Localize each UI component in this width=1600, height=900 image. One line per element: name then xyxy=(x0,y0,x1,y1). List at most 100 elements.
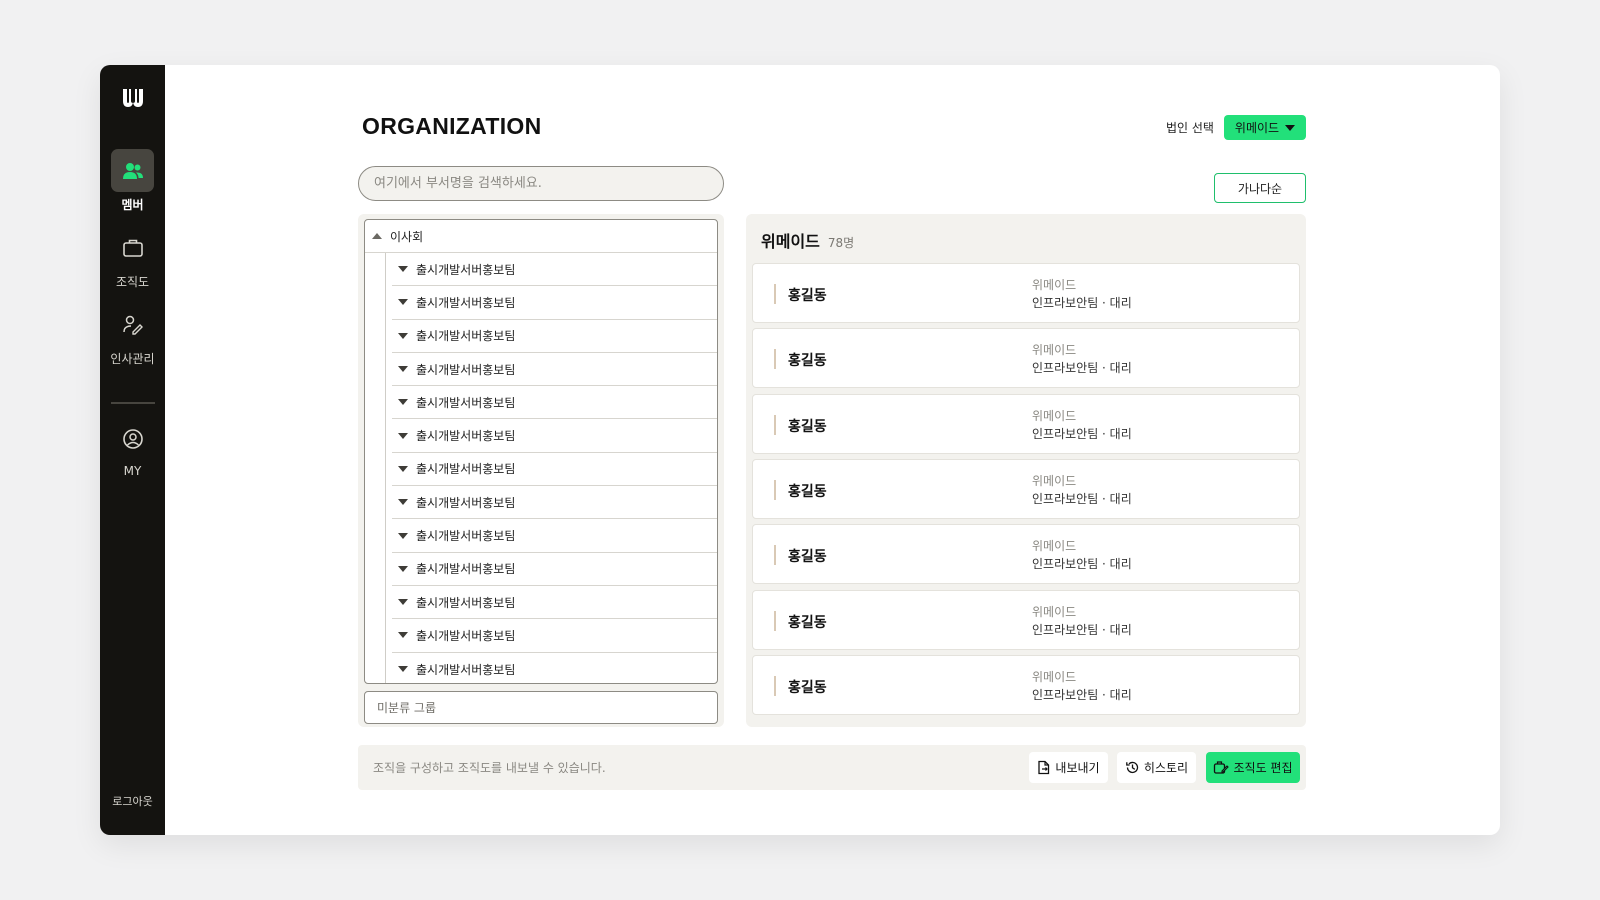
sidebar-item-label: 인사관리 xyxy=(110,352,155,366)
caret-down-icon xyxy=(1285,124,1296,131)
member-accent-bar xyxy=(774,545,776,566)
expand-icon[interactable] xyxy=(398,465,408,472)
logout-button[interactable]: 로그아웃 xyxy=(100,793,165,809)
member-accent-bar xyxy=(774,284,776,304)
member-company: 위메이드 xyxy=(1032,408,1077,423)
tree-node-department[interactable]: 출시개발서버홍보팀 xyxy=(392,553,717,586)
tree-node-label: 출시개발서버홍보팀 xyxy=(416,295,516,310)
edit-org-icon xyxy=(1214,761,1230,774)
footer-hint: 조직을 구성하고 조직도를 내보낼 수 있습니다. xyxy=(373,761,606,775)
member-company: 위메이드 xyxy=(1032,343,1077,358)
member-count-badge: 78명 xyxy=(827,236,855,250)
expand-icon[interactable] xyxy=(398,532,408,539)
corp-select-value: 위메이드 xyxy=(1234,121,1280,135)
member-name: 홍길동 xyxy=(788,549,827,566)
member-name: 홍길동 xyxy=(788,353,827,370)
tree-node-department[interactable]: 출시개발서버홍보팀 xyxy=(392,353,717,387)
expand-icon[interactable] xyxy=(398,499,408,506)
member-accent-bar xyxy=(774,675,776,696)
expand-icon[interactable] xyxy=(398,599,408,606)
tree-node-label: 출시개발서버홍보팀 xyxy=(416,562,516,577)
expand-icon[interactable] xyxy=(398,432,408,439)
member-company: 위메이드 xyxy=(1032,278,1077,292)
tree-node-department[interactable]: 출시개발서버홍보팀 xyxy=(392,320,717,353)
tree-node-label: 출시개발서버홍보팀 xyxy=(416,395,516,410)
expand-icon[interactable] xyxy=(398,266,408,273)
expand-icon[interactable] xyxy=(398,366,408,373)
member-card[interactable]: 홍길동 위메이드인프라보안팀 · 대리 xyxy=(752,524,1300,585)
logo-icon[interactable] xyxy=(100,83,165,113)
tree-node-department[interactable]: 출시개발서버홍보팀 xyxy=(392,386,717,420)
sidebar-item-members[interactable]: 멤버 xyxy=(100,149,165,213)
tree-node-department[interactable]: 출시개발서버홍보팀 xyxy=(392,653,717,683)
sidebar-item-label: 멤버 xyxy=(121,198,144,212)
user-circle-icon xyxy=(111,417,154,460)
sidebar-item-label: MY xyxy=(123,464,142,478)
corp-select-label: 법인 선택 xyxy=(1166,121,1214,135)
export-button[interactable]: 내보내기 xyxy=(1029,752,1108,783)
tree-node-label: 출시개발서버홍보팀 xyxy=(416,429,516,444)
tree-children: 출시개발서버홍보팀 출시개발서버홍보팀 출시개발서버홍보팀 출시개발서버홍보팀 출시개발… xyxy=(365,253,717,683)
member-card[interactable]: 홍길동 위메이드 인프라보안팀 · 대리 xyxy=(752,263,1300,323)
tree-node-department[interactable]: 출시개발서버홍보팀 xyxy=(392,486,717,520)
member-department: 인프라보안팀 · 대리 xyxy=(1032,361,1132,376)
sidebar-item-my[interactable]: MY xyxy=(100,417,165,478)
member-card[interactable]: 홍길동 위메이드 인프라보안팀 · 대리 xyxy=(752,589,1300,650)
corp-select-dropdown[interactable]: 위메이드 xyxy=(1224,115,1306,140)
tree-node-label: 출시개발서버홍보팀 xyxy=(416,662,516,677)
collapse-icon[interactable] xyxy=(372,233,382,239)
member-department: 인프라보안팀 · 대리 xyxy=(1032,491,1132,506)
tree-node-department[interactable]: 출시개발서버홍보팀 xyxy=(392,586,717,620)
tree-node-department[interactable]: 출시개발서버홍보팀 xyxy=(392,619,717,653)
people-icon xyxy=(111,149,154,192)
tree-node-department[interactable]: 출시개발서버홍보팀 xyxy=(392,453,717,487)
page-title: ORGANIZATION xyxy=(362,113,542,139)
export-button-label: 내보내기 xyxy=(1055,761,1100,775)
tree-node-label: 출시개발서버홍보팀 xyxy=(416,329,516,344)
member-company: 위메이드 xyxy=(1032,473,1077,488)
tree-node-label: 출시개발서버홍보팀 xyxy=(416,595,516,610)
edit-org-chart-button[interactable]: 조직도 편집 xyxy=(1206,752,1300,783)
expand-icon[interactable] xyxy=(398,399,408,406)
footer-bar: 조직을 구성하고 조직도를 내보낼 수 있습니다. 내보내기 히스토리 조직도 … xyxy=(358,745,1306,790)
member-company: 위메이드 xyxy=(1032,539,1077,554)
member-department: 인프라보안팀 · 대리 xyxy=(1032,687,1132,702)
tree-node-label: 출시개발서버홍보팀 xyxy=(416,462,516,477)
history-button[interactable]: 히스토리 xyxy=(1117,752,1196,783)
member-card[interactable]: 홍길동 위메이드 인프라보안팀 · 대리 xyxy=(752,654,1300,715)
member-card[interactable]: 홍길동 위메이드인프라보안팀 · 대리 xyxy=(752,393,1300,454)
member-accent-bar xyxy=(774,610,776,631)
tree-node-label: 출시개발서버홍보팀 xyxy=(416,262,516,277)
tree-node-department[interactable]: 출시개발서버홍보팀 xyxy=(392,286,717,320)
tree-node-department[interactable]: 출시개발서버홍보팀 xyxy=(392,519,717,553)
expand-icon[interactable] xyxy=(398,632,408,639)
expand-icon[interactable] xyxy=(398,299,408,306)
member-name: 홍길동 xyxy=(788,418,827,435)
member-name: 홍길동 xyxy=(788,614,827,631)
member-card[interactable]: 홍길동 위메이드 인프라보안팀 · 대리 xyxy=(752,458,1300,519)
member-department: 인프라보안팀 · 대리 xyxy=(1032,426,1132,441)
sort-button[interactable]: 가나다순 xyxy=(1214,173,1306,203)
org-tree: 이사회 출시개발서버홍보팀 출시개발서버홍보팀 출시개발서버홍보팀 출시개발서버홍보팀… xyxy=(364,219,718,684)
department-search-input[interactable] xyxy=(358,166,724,201)
briefcase-icon xyxy=(111,226,154,269)
expand-icon[interactable] xyxy=(398,565,408,572)
sidebar-item-hr[interactable]: 인사관리 xyxy=(100,303,165,367)
member-department: 인프라보안팀 · 대리 xyxy=(1032,557,1132,572)
tree-node-department[interactable]: 출시개발서버홍보팀 xyxy=(392,419,717,453)
org-tree-panel: 이사회 출시개발서버홍보팀 출시개발서버홍보팀 출시개발서버홍보팀 출시개발서버홍보팀… xyxy=(358,214,724,727)
member-name: 홍길동 xyxy=(788,288,827,304)
members-header: 위메이드 78명 xyxy=(761,228,854,252)
sidebar-item-label: 조직도 xyxy=(115,275,150,289)
tree-node-department[interactable]: 출시개발서버홍보팀 xyxy=(392,253,717,287)
members-panel: 위메이드 78명 홍길동 위메이드 인프라보안팀 · 대리 홍길동 위메이드 인프라보안팀… xyxy=(746,214,1306,727)
expand-icon[interactable] xyxy=(398,666,408,673)
member-card[interactable]: 홍길동 위메이드인프라보안팀 · 대리 xyxy=(752,328,1300,389)
sidebar-divider xyxy=(111,402,155,404)
ungrouped-group[interactable]: 미분류 그룹 xyxy=(364,691,718,724)
sidebar-item-org-chart[interactable]: 조직도 xyxy=(100,226,165,290)
tree-root-node[interactable]: 이사회 xyxy=(365,220,717,253)
expand-icon[interactable] xyxy=(398,332,408,339)
member-department: 인프라보안팀 · 대리 xyxy=(1032,622,1132,637)
member-accent-bar xyxy=(774,479,776,500)
